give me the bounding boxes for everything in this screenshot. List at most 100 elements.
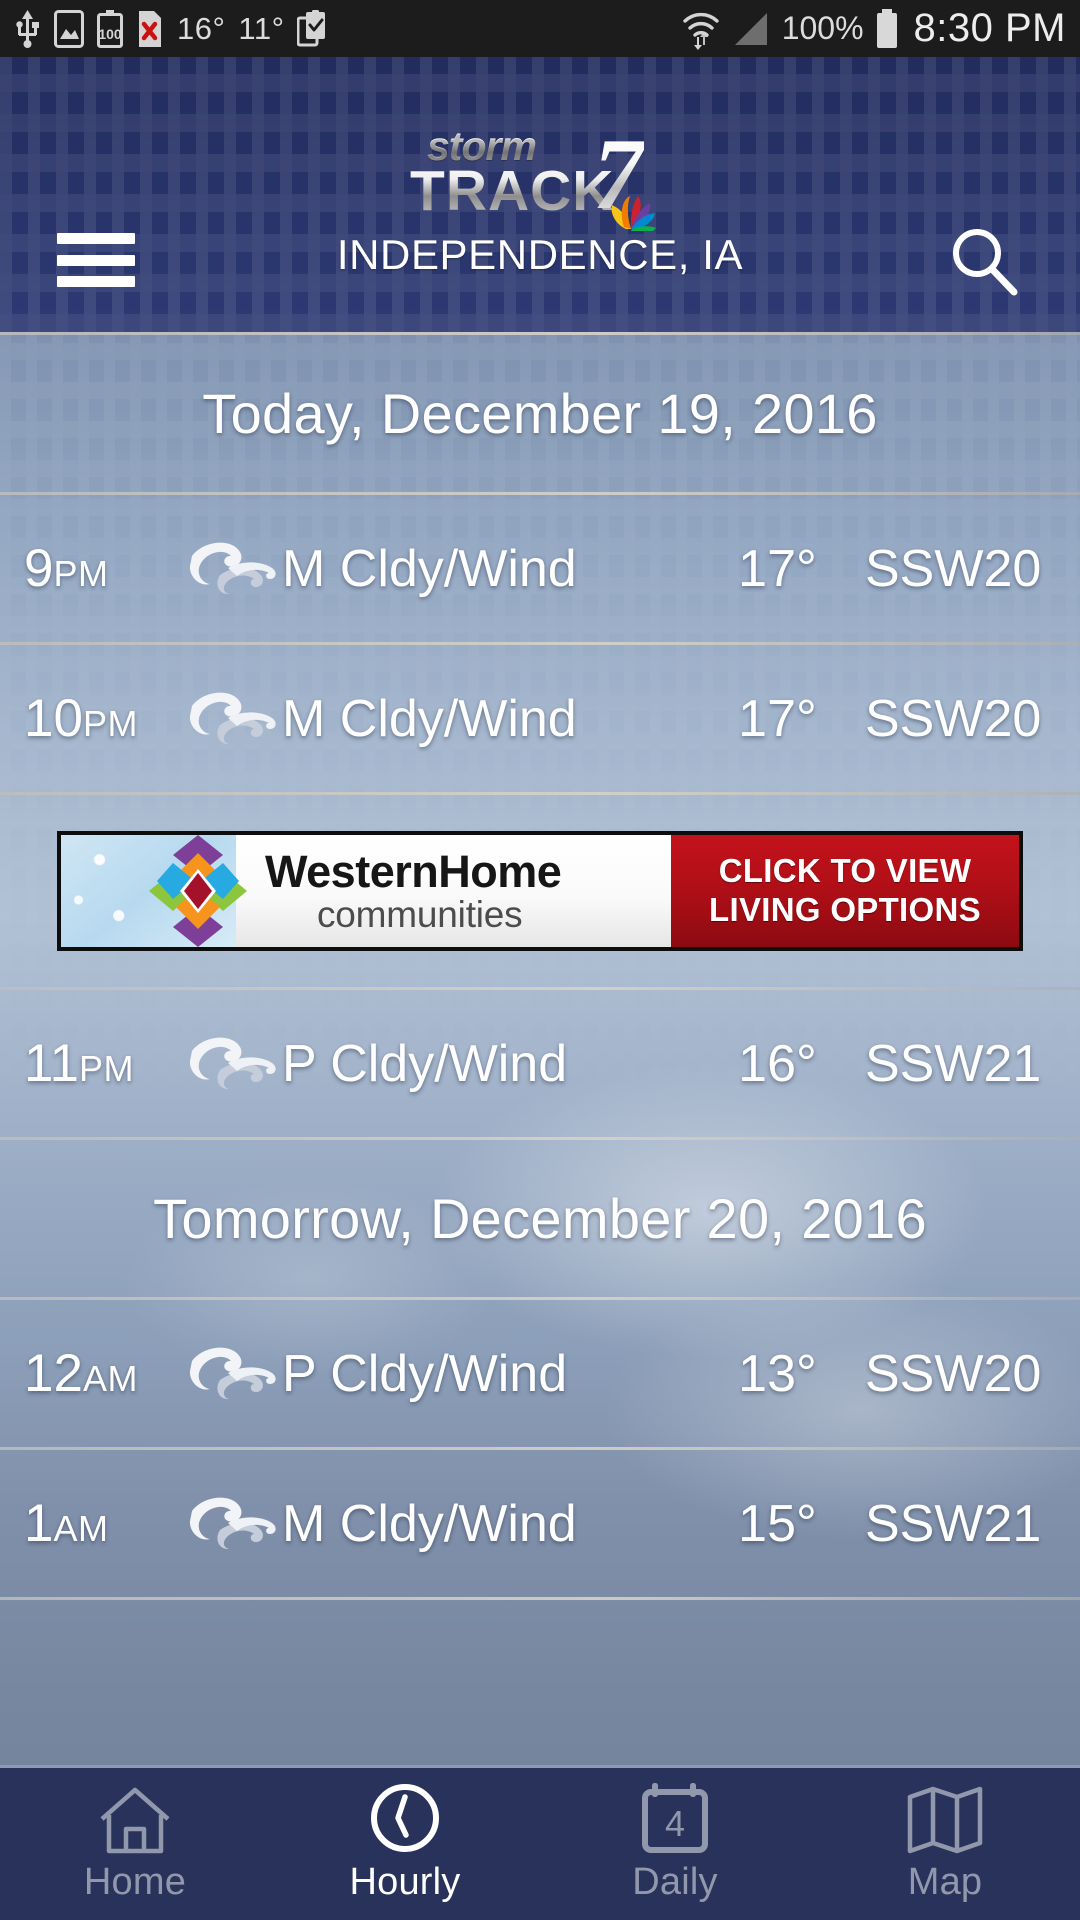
- hour-condition-icon: [185, 1033, 282, 1095]
- hour-meridiem: AM: [53, 1508, 109, 1549]
- search-button[interactable]: [946, 223, 1022, 299]
- hour-time-value: 11: [24, 1034, 80, 1093]
- day-header-label: Tomorrow, December 20, 2016: [153, 1187, 927, 1250]
- clock-icon: [371, 1783, 439, 1852]
- hour-time-value: 1: [24, 1494, 54, 1553]
- nav-label: Hourly: [349, 1860, 461, 1903]
- day-header: Tomorrow, December 20, 2016: [0, 1140, 1080, 1297]
- hamburger-menu-button[interactable]: [57, 233, 135, 287]
- day-header: Today, December 19, 2016: [0, 335, 1080, 492]
- nav-label: Home: [83, 1860, 187, 1903]
- hour-meridiem: PM: [79, 1048, 135, 1089]
- battery-status-icon: [875, 8, 899, 49]
- clipboard-check-icon: [297, 9, 327, 48]
- hour-time-value: 9: [24, 539, 54, 598]
- hour-time: 9PM: [0, 538, 185, 599]
- map-icon: [907, 1786, 983, 1853]
- hour-condition-label: P Cldy/Wind: [282, 1344, 568, 1403]
- hour-meridiem: AM: [82, 1358, 138, 1399]
- home-icon: [100, 1787, 170, 1853]
- signal-icon: [733, 11, 771, 47]
- ad-banner[interactable]: WesternHome communities CLICK TO VIEW LI…: [57, 831, 1023, 951]
- wind-icon: [189, 1497, 276, 1549]
- hamburger-bar: [57, 254, 135, 266]
- svg-text:100: 100: [98, 26, 122, 42]
- hour-time-value: 12: [24, 1344, 83, 1403]
- nav-icon-wrap: 4: [640, 1782, 710, 1855]
- search-icon: [953, 229, 1018, 296]
- hour-wind: SSW20: [865, 539, 1042, 598]
- ad-brand-text: WesternHome communities: [265, 846, 562, 935]
- sim-error-icon: [136, 10, 164, 48]
- hourly-forecast-list[interactable]: Today, December 19, 2016 9PM M Cldy/Wind…: [0, 332, 1080, 1600]
- wind-icon: [189, 542, 276, 594]
- nav-icon-wrap: [368, 1783, 442, 1855]
- android-status-bar: 100 16° 11° 100% 8:30 PM: [0, 0, 1080, 57]
- hourly-row[interactable]: 1AM M Cldy/Wind 15° SSW21: [0, 1450, 1080, 1597]
- calendar-icon: 4: [642, 1782, 708, 1853]
- screenshot-icon: [54, 9, 84, 48]
- nav-label: Daily: [632, 1860, 718, 1903]
- hour-wind: SSW21: [865, 1494, 1042, 1553]
- hour-wind: SSW20: [865, 689, 1042, 748]
- hour-temperature: 13°: [738, 1344, 817, 1403]
- clock-label: 8:30 PM: [913, 6, 1066, 50]
- logo-track-text: TRACK: [410, 159, 615, 223]
- hourly-row[interactable]: 9PM M Cldy/Wind 17° SSW20: [0, 495, 1080, 642]
- hour-time-value: 10: [24, 689, 83, 748]
- ad-brand-sub: communities: [317, 894, 523, 935]
- wind-icon: [189, 1037, 276, 1089]
- nav-icon-wrap: [96, 1785, 174, 1855]
- hourly-row[interactable]: 11PM P Cldy/Wind 16° SSW21: [0, 990, 1080, 1137]
- hour-time: 11PM: [0, 1033, 185, 1094]
- hour-time: 1AM: [0, 1493, 185, 1554]
- battery-100-icon: 100: [97, 9, 123, 48]
- nav-item-hourly[interactable]: Hourly: [270, 1768, 540, 1920]
- day-header-label: Today, December 19, 2016: [202, 382, 878, 445]
- nav-item-home[interactable]: Home: [0, 1768, 270, 1920]
- usb-icon: [14, 9, 41, 48]
- western-home-logo-icon: [149, 835, 247, 947]
- hour-temperature: 15°: [738, 1494, 817, 1553]
- ad-brand-panel: WesternHome communities: [61, 835, 671, 947]
- ad-cta-line2: LIVING OPTIONS: [709, 891, 981, 928]
- ad-cta-panel[interactable]: CLICK TO VIEW LIVING OPTIONS: [671, 835, 1019, 947]
- hour-time: 12AM: [0, 1343, 185, 1404]
- daily-badge-count: 4: [665, 1803, 685, 1844]
- hour-meridiem: PM: [53, 553, 109, 594]
- hour-condition-label: M Cldy/Wind: [282, 689, 577, 748]
- nav-icon-wrap: [905, 1785, 985, 1855]
- hour-wind: SSW20: [865, 1344, 1042, 1403]
- brand-logo: storm TRACK 7 INDEPENDENCE, IA: [0, 123, 1080, 279]
- ad-cta-line1: CLICK TO VIEW: [718, 852, 972, 890]
- weather-app-screen: 100 16° 11° 100% 8:30 PM storm TRACK 7 I…: [0, 0, 1080, 1920]
- battery-percent-label: 100%: [781, 10, 864, 46]
- row-divider: [0, 1597, 1080, 1600]
- wind-icon: [189, 692, 276, 744]
- nav-label: Map: [907, 1860, 983, 1903]
- hamburger-bar: [57, 276, 135, 287]
- status-temp-low: 11°: [238, 10, 285, 46]
- bottom-navigation-bar[interactable]: Home Hourly 4 Daily Map: [0, 1765, 1080, 1920]
- wifi-icon: [680, 8, 722, 50]
- hour-condition-label: P Cldy/Wind: [282, 1034, 568, 1093]
- hour-temperature: 17°: [738, 689, 817, 748]
- hour-wind: SSW21: [865, 1034, 1042, 1093]
- hour-condition-icon: [185, 1493, 282, 1555]
- wind-icon: [189, 1347, 276, 1399]
- ad-brand-name: WesternHome: [265, 846, 562, 897]
- hourly-row[interactable]: 12AM P Cldy/Wind 13° SSW20: [0, 1300, 1080, 1447]
- nav-item-map[interactable]: Map: [810, 1768, 1080, 1920]
- hourly-row[interactable]: 10PM M Cldy/Wind 17° SSW20: [0, 645, 1080, 792]
- hour-meridiem: PM: [82, 703, 138, 744]
- status-temp-high: 16°: [177, 10, 226, 46]
- hour-time: 10PM: [0, 688, 185, 749]
- hour-temperature: 16°: [738, 1034, 817, 1093]
- ad-slot: WesternHome communities CLICK TO VIEW LI…: [0, 795, 1080, 987]
- nav-item-daily[interactable]: 4 Daily: [540, 1768, 810, 1920]
- hour-condition-icon: [185, 1343, 282, 1405]
- hour-condition-icon: [185, 688, 282, 750]
- hour-temperature: 17°: [738, 539, 817, 598]
- nbc-peacock-icon: [611, 196, 656, 231]
- hamburger-bar: [57, 233, 135, 244]
